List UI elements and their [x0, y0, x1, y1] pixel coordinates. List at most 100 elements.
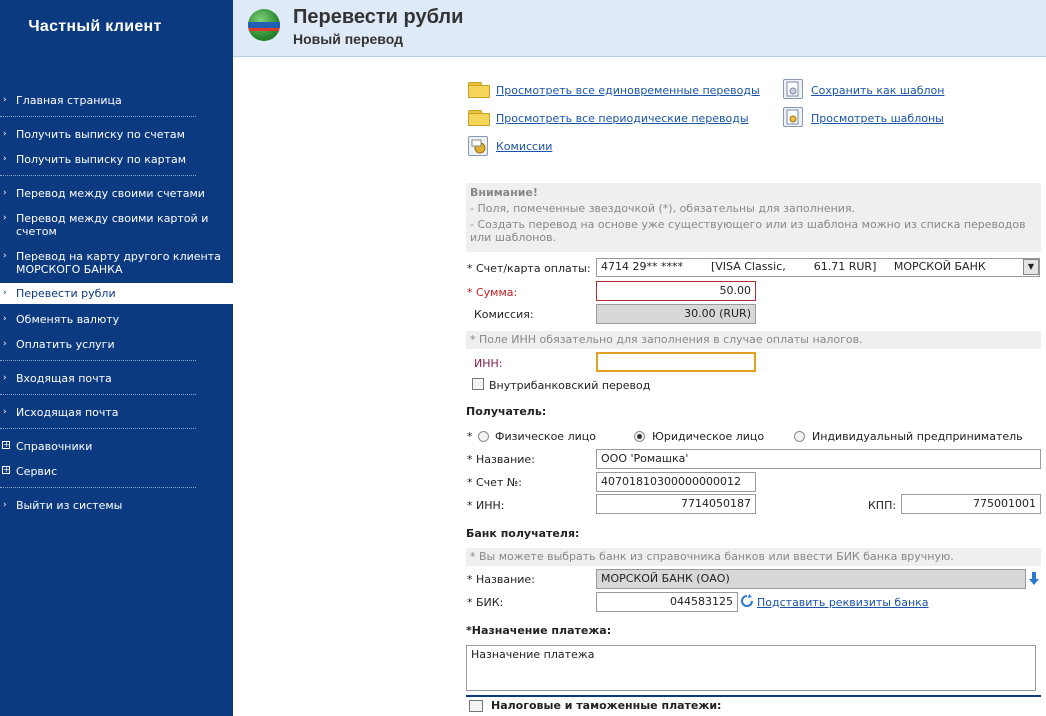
inn-notice: * Поле ИНН обязательно для заполнения в … — [466, 331, 1041, 349]
bank-section-title: Банк получателя: — [466, 527, 580, 540]
sidebar-item-label: Перевести рубли — [16, 287, 116, 300]
recipient-account-input[interactable]: 40701810300000000012 — [596, 472, 756, 492]
fee-label: Комиссия: — [474, 308, 534, 321]
sidebar-item-inbox[interactable]: › Входящая почта — [0, 372, 233, 385]
recipient-kpp-input[interactable]: 775001001 — [901, 494, 1041, 514]
arrow-icon: › — [3, 339, 7, 349]
chevron-down-icon[interactable]: ▼ — [1023, 259, 1039, 275]
sidebar: Частный клиент › Главная страница › Получи… — [0, 0, 233, 716]
sidebar-item-label: Получить выписку по картам — [16, 153, 187, 166]
recipient-kpp-label: КПП: — [868, 499, 897, 512]
recipient-type-required: * — [467, 430, 473, 443]
sidebar-item-label: Исходящая почта — [16, 406, 119, 419]
arrow-icon: › — [3, 154, 7, 164]
radio-entrepreneur[interactable] — [794, 431, 805, 442]
arrow-icon: › — [3, 188, 7, 198]
sidebar-divider — [0, 116, 196, 117]
sidebar-item-outbox[interactable]: › Исходящая почта — [0, 406, 233, 419]
sidebar-item-label: Получить выписку по счетам — [16, 128, 185, 141]
arrow-icon: › — [3, 251, 7, 261]
arrow-icon: › — [3, 373, 7, 383]
sidebar-item-service[interactable]: + Сервис — [0, 465, 233, 478]
arrow-icon: › — [3, 95, 7, 105]
inn-input[interactable] — [596, 352, 756, 372]
folder-icon — [468, 108, 490, 126]
refresh-icon[interactable] — [740, 594, 754, 608]
sidebar-item-pay-services[interactable]: › Оплатить услуги — [0, 338, 233, 351]
bik-label: * БИК: — [467, 596, 504, 609]
bank-notice: * Вы можете выбрать банк из справочника … — [466, 548, 1041, 566]
recipient-type-label: Юридическое лицо — [652, 430, 765, 443]
arrow-icon: › — [3, 314, 7, 324]
view-periodic-transfers-link[interactable]: Просмотреть все периодические переводы — [496, 112, 749, 125]
sidebar-item-label: Перевод между своими картой и счетом — [16, 212, 209, 238]
account-select[interactable]: 4714 29** **** [VISA Classic, 61.71 RUR]… — [596, 258, 1040, 277]
bik-input[interactable]: 044583125 — [596, 592, 738, 612]
fill-bank-details-link[interactable]: Подставить реквизиты банка — [757, 596, 929, 609]
radio-individual[interactable] — [478, 431, 489, 442]
page-title: Перевести рубли — [293, 6, 464, 28]
sidebar-item-own-accounts-transfer[interactable]: › Перевод между своими счетами — [0, 187, 233, 200]
tax-divider — [466, 695, 1041, 697]
sidebar-item-label: Перевод между своими счетами — [16, 187, 205, 200]
bank-name-field: МОРСКОЙ БАНК (ОАО) — [596, 569, 1026, 589]
expand-icon[interactable]: + — [2, 466, 10, 474]
view-templates-link[interactable]: Просмотреть шаблоны — [811, 112, 944, 125]
sidebar-item-card-transfer[interactable]: › Перевод на карту другого клиента МОРСКО… — [0, 250, 233, 276]
intrabank-checkbox[interactable] — [472, 378, 484, 390]
sidebar-item-account-statement[interactable]: › Получить выписку по счетам — [0, 128, 233, 141]
view-one-time-transfers-link[interactable]: Просмотреть все единовременные переводы — [496, 84, 760, 97]
folder-icon — [468, 80, 490, 98]
bank-name-label: * Название: — [467, 573, 535, 586]
recipient-inn-input[interactable]: 7714050187 — [596, 494, 756, 514]
expand-icon[interactable]: + — [2, 441, 10, 449]
sidebar-item-card-statement[interactable]: › Получить выписку по картам — [0, 153, 233, 166]
attention-notice: Внимание! - Поля, помеченные звездочкой … — [466, 183, 1041, 252]
sidebar-item-exchange[interactable]: › Обменять валюту — [0, 313, 233, 326]
recipient-name-input[interactable]: ООО 'Ромашка' — [596, 449, 1041, 469]
sidebar-item-label: Входящая почта — [16, 372, 112, 385]
sidebar-divider — [0, 394, 196, 395]
sidebar-item-label: Справочники — [16, 440, 93, 453]
sidebar-item-card-account-transfer[interactable]: › Перевод между своими картой и счетом — [0, 212, 233, 238]
amount-label: * Сумма: — [467, 286, 518, 299]
fees-link[interactable]: Комиссии — [496, 140, 552, 153]
save-as-template-link[interactable]: Сохранить как шаблон — [811, 84, 944, 97]
sidebar-item-label: Выйти из системы — [16, 499, 123, 512]
sidebar-item-label: Обменять валюту — [16, 313, 120, 326]
recipient-inn-label: * ИНН: — [467, 499, 505, 512]
account-label: * Счет/карта оплаты: — [467, 262, 591, 275]
account-select-value: 4714 29** **** [VISA Classic, 61.71 RUR]… — [601, 260, 986, 273]
sidebar-divider — [0, 360, 196, 361]
page-subtitle: Новый перевод — [293, 31, 403, 47]
purpose-section-title: *Назначение платежа: — [466, 624, 612, 637]
sidebar-item-logout[interactable]: › Выйти из системы — [0, 499, 233, 512]
arrow-icon: › — [3, 288, 7, 298]
purpose-textarea[interactable]: Назначение платежа — [466, 645, 1036, 691]
sidebar-divider — [0, 175, 196, 176]
recipient-type-label: Индивидуальный предприниматель — [812, 430, 1023, 443]
arrow-down-icon[interactable] — [1028, 571, 1040, 587]
sidebar-brand: Частный клиент — [28, 18, 162, 35]
tax-section-title: Налоговые и таможенные платежи: — [491, 699, 722, 712]
fee-field: 30.00 (RUR) — [596, 304, 756, 324]
sidebar-item-label: Главная страница — [16, 94, 122, 107]
sidebar-item-directories[interactable]: + Справочники — [0, 440, 233, 453]
notice-title: Внимание! — [470, 186, 538, 199]
radio-legal-entity[interactable] — [634, 431, 645, 442]
sidebar-divider — [0, 487, 196, 488]
sidebar-item-transfer-rubles[interactable]: › Перевести рубли — [0, 283, 233, 304]
recipient-name-label: * Название: — [467, 453, 535, 466]
sidebar-item-home[interactable]: › Главная страница — [0, 94, 233, 107]
recipient-account-label: * Счет №: — [467, 476, 522, 489]
amount-input[interactable]: 50.00 — [596, 281, 756, 301]
notice-line: - Поля, помеченные звездочкой (*), обяза… — [470, 202, 856, 215]
recipient-section-title: Получатель: — [466, 405, 547, 418]
recipient-type-label: Физическое лицо — [495, 430, 596, 443]
tax-toggle-icon[interactable] — [469, 700, 483, 712]
arrow-icon: › — [3, 213, 7, 223]
sidebar-item-label: Оплатить услуги — [16, 338, 115, 351]
arrow-icon: › — [3, 407, 7, 417]
inn-label: ИНН: — [474, 357, 503, 370]
intrabank-label: Внутрибанковский перевод — [489, 379, 651, 392]
